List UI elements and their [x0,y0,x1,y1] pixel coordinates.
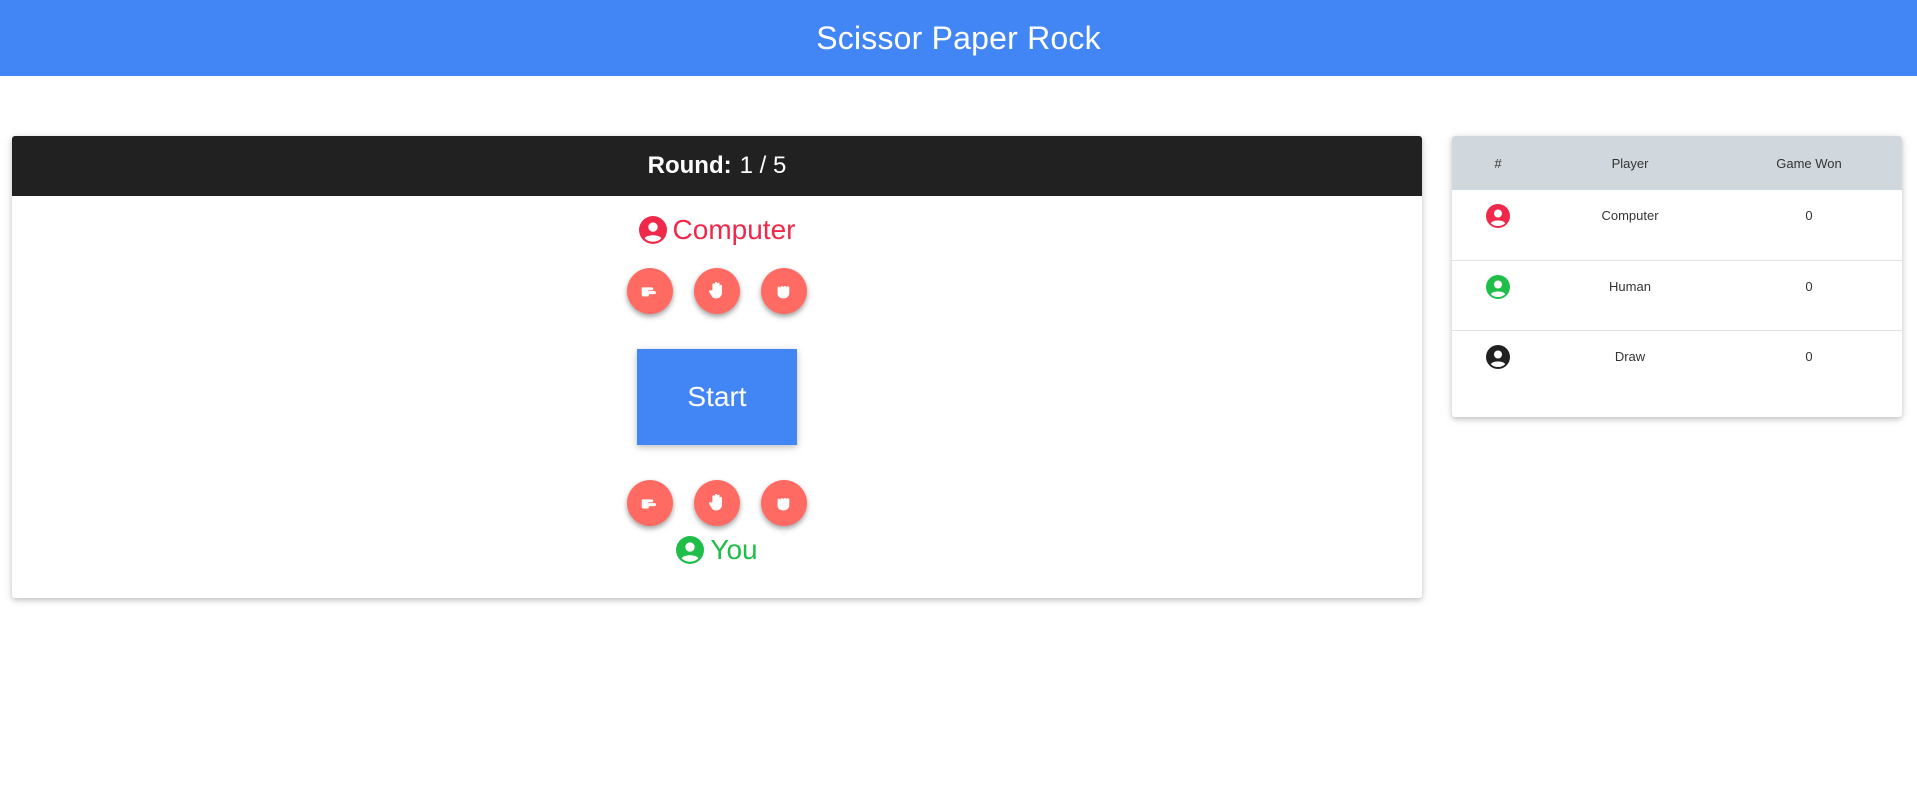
scissors-icon [641,499,657,509]
column-header-player: Player [1611,155,1649,171]
paper-icon [709,494,722,511]
rock-icon [777,498,790,511]
game-board: Round: 1 / 5 Computer Start You [12,136,1422,598]
paper-icon [709,282,722,299]
computer-scissors-button[interactable] [627,268,673,314]
round-bar: Round: 1 / 5 [12,136,1422,196]
player-name-cell: Draw [1614,349,1646,364]
scoreboard-body: Computer 0 Human 0 Draw 0 [1452,190,1902,400]
user-circle-icon [1486,204,1510,228]
table-row: Computer 0 [1452,190,1902,260]
computer-paper-button[interactable] [694,268,740,314]
games-won-cell: 0 [1805,279,1813,294]
user-circle-icon [676,536,705,564]
user-circle-icon [1486,275,1510,299]
computer-hand-options [12,268,1422,314]
table-row: Human 0 [1452,260,1902,330]
scoreboard: # Player Game Won Computer 0 Human 0 Dra… [1452,136,1902,417]
column-header-number: # [1494,155,1502,171]
round-counter: 1 / 5 [739,152,787,179]
rock-icon [777,286,790,299]
player-name-cell: Human [1609,279,1651,294]
player-paper-button[interactable] [694,480,740,526]
you-name: You [710,534,758,565]
column-header-game-won: Game Won [1776,155,1842,171]
computer-rock-button[interactable] [761,268,807,314]
scissors-icon [641,287,657,297]
human-player-label: You [12,534,1422,566]
player-scissors-button[interactable] [627,480,673,526]
computer-player-label: Computer [12,214,1422,246]
start-button[interactable]: Start [637,349,797,445]
computer-name: Computer [672,214,796,245]
app-header: Scissor Paper Rock [0,0,1917,76]
player-name-cell: Computer [1601,208,1659,223]
scoreboard-header: # Player Game Won [1452,136,1902,190]
user-circle-icon [1486,345,1510,369]
user-circle-icon [638,216,667,244]
games-won-cell: 0 [1805,349,1813,364]
player-rock-button[interactable] [761,480,807,526]
games-won-cell: 0 [1805,208,1813,223]
table-row: Draw 0 [1452,330,1902,400]
round-label: Round: [647,152,732,179]
player-hand-options [12,480,1422,526]
app-title: Scissor Paper Rock [816,19,1101,56]
